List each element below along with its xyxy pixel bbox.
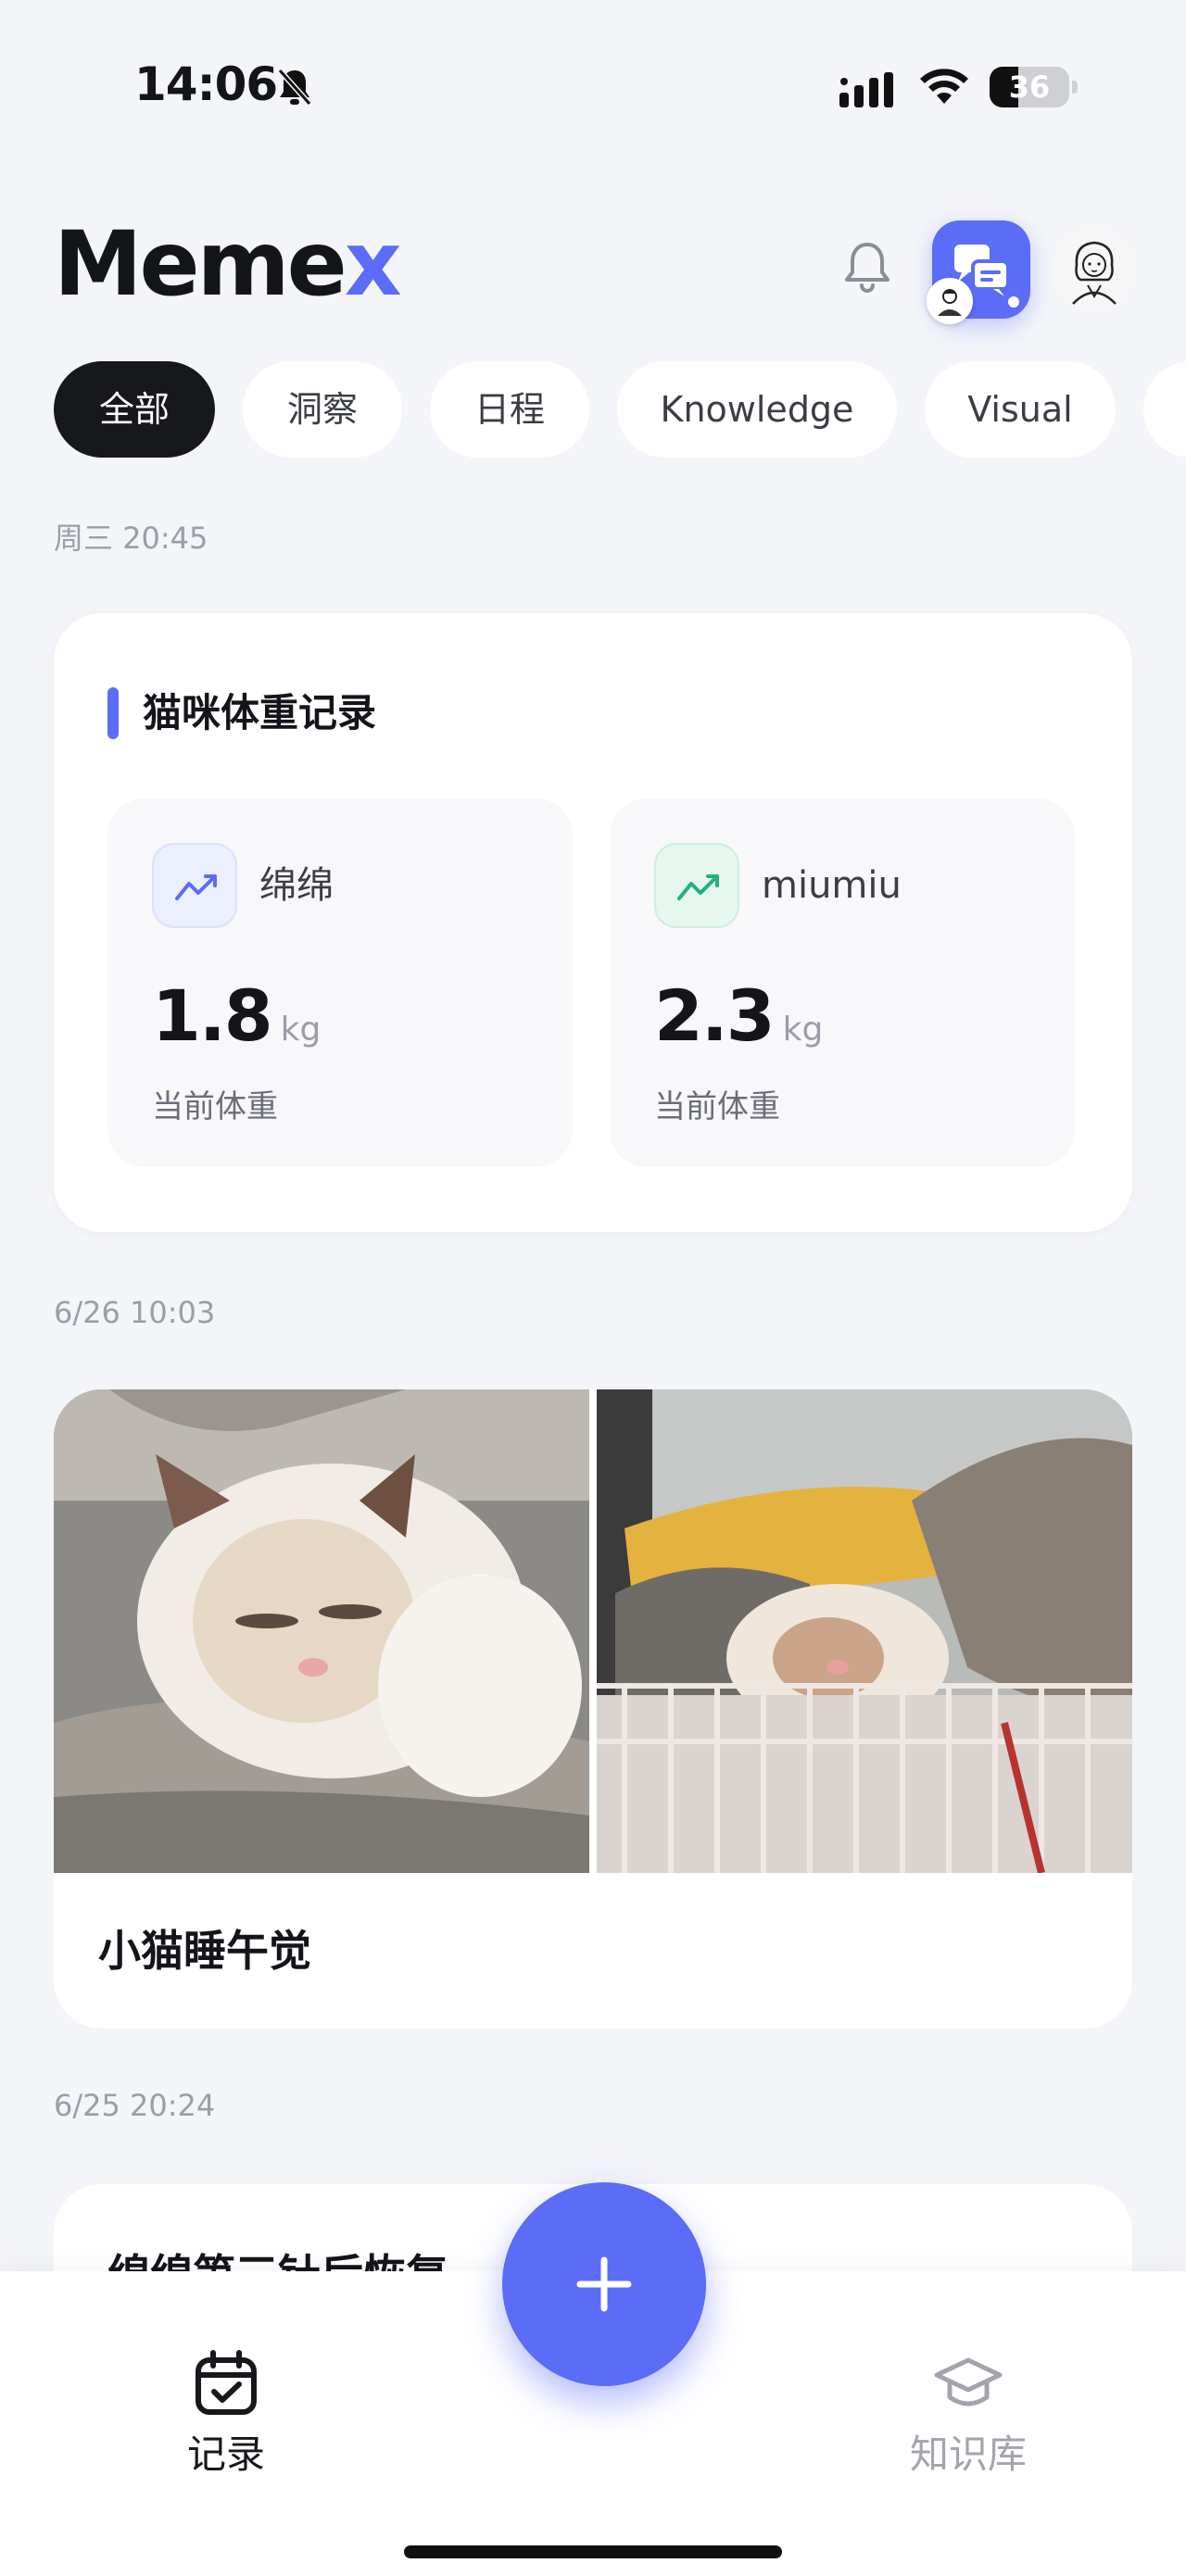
pet-weight-value: 2.3 (654, 974, 776, 1057)
status-time: 14:06 (134, 57, 278, 111)
trend-line-icon (152, 843, 237, 928)
pet-weight-caption: 当前体重 (152, 1088, 278, 1125)
pet-weight-unit: kg (280, 1011, 322, 1049)
tab-all[interactable]: 全部 (54, 361, 215, 458)
nav-label: 知识库 (909, 2431, 1027, 2477)
assistant-avatar (927, 278, 973, 324)
tab-schedule[interactable]: 日程 (430, 361, 589, 458)
battery-percentage: 36 (1008, 69, 1051, 105)
pet-name: 绵绵 (259, 864, 334, 907)
tab-visual[interactable]: Visual (925, 361, 1116, 458)
entry-timestamp: 周三 20:45 (54, 521, 208, 556)
pet-weight-value: 1.8 (152, 974, 273, 1057)
cellular-signal-icon (839, 72, 893, 107)
card-title: 猫咪体重记录 (143, 690, 377, 735)
photo-card[interactable]: 小猫睡午觉 (54, 1389, 1132, 2029)
card-title: 小猫睡午觉 (98, 1926, 311, 1976)
pet-weight-tile[interactable]: miumiu 2.3 kg 当前体重 (610, 798, 1075, 1167)
status-bar: 14:06 36 (0, 0, 1186, 176)
cat-napping-on-cage-photo[interactable] (597, 1389, 1132, 1873)
filter-tabs: 全部 洞察 日程 Knowledge Visual (54, 361, 1186, 458)
calendar-check-icon (196, 2350, 257, 2415)
app-title-accent: x (344, 212, 402, 316)
trend-line-icon (654, 843, 739, 928)
notification-bell-icon[interactable] (838, 237, 897, 298)
app-title: Memex (54, 212, 402, 316)
chat-status-dot (1008, 296, 1019, 308)
pet-weight-tile[interactable]: 绵绵 1.8 kg 当前体重 (107, 798, 573, 1167)
entry-timestamp: 6/26 10:03 (54, 1295, 216, 1330)
add-entry-button[interactable] (502, 2182, 706, 2386)
pet-weight-unit: kg (782, 1011, 824, 1049)
graduation-cap-icon (934, 2357, 1003, 2406)
pet-weight: 2.3 kg (654, 974, 823, 1077)
nav-knowledge-base[interactable]: 知识库 (876, 2345, 1061, 2512)
nav-label: 记录 (186, 2431, 265, 2477)
tab-knowledge[interactable]: Knowledge (617, 361, 897, 458)
pet-name: miumiu (762, 864, 902, 907)
home-indicator[interactable] (404, 2545, 782, 2558)
entry-timestamp: 6/25 20:24 (54, 2088, 216, 2123)
bell-slash-icon (277, 69, 312, 106)
app-title-main: Meme (54, 212, 347, 316)
wifi-icon (920, 69, 968, 104)
pet-weight-caption: 当前体重 (654, 1088, 780, 1125)
weight-record-card[interactable]: 猫咪体重记录 绵绵 1.8 kg 当前体重 miumiu 2.3 kg 当前体重 (54, 613, 1132, 1232)
pet-weight: 1.8 kg (152, 974, 321, 1077)
nav-records[interactable]: 记录 (133, 2345, 319, 2512)
plus-icon (576, 2256, 632, 2312)
battery-icon: 36 (990, 67, 1079, 107)
cat-sleeping-photo[interactable] (54, 1389, 589, 1873)
tab-more[interactable] (1143, 361, 1186, 458)
user-avatar[interactable] (1053, 228, 1136, 311)
tab-insights[interactable]: 洞察 (243, 361, 402, 458)
card-accent-bar (107, 687, 119, 739)
